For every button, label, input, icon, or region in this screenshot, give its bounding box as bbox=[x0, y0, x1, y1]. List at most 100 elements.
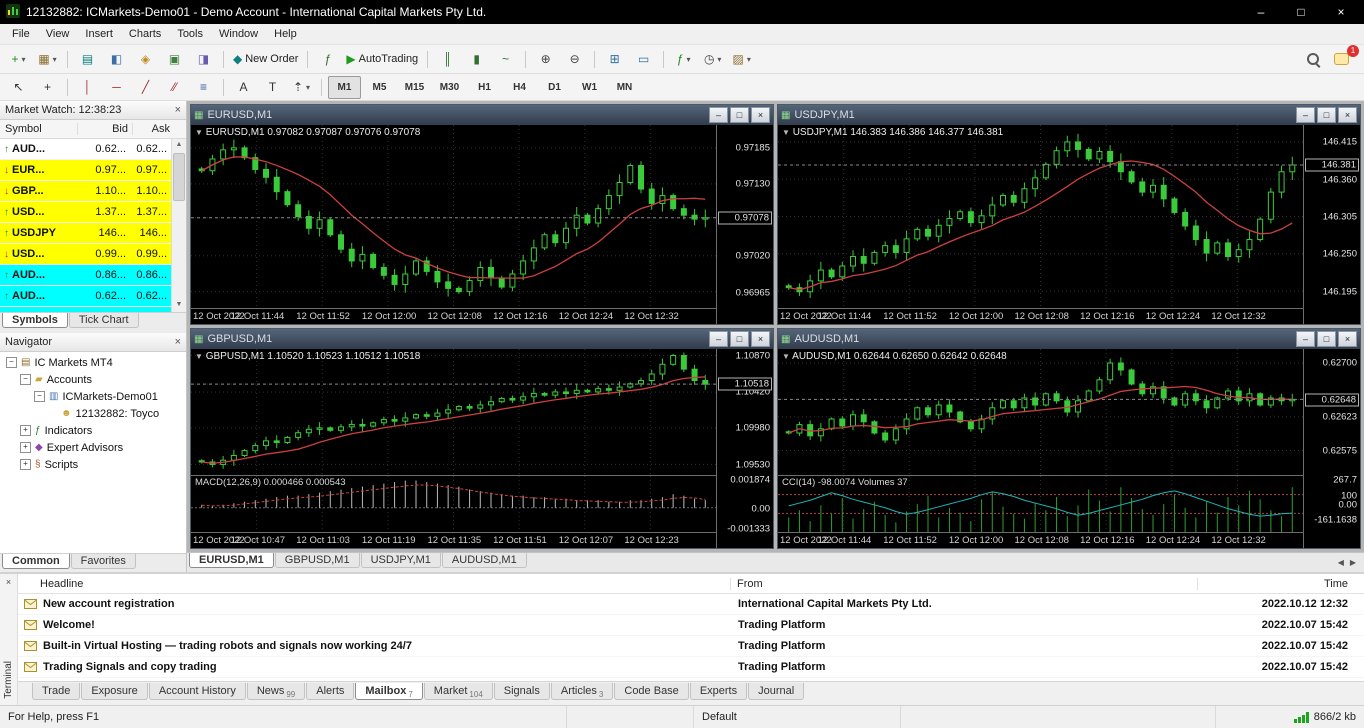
timeframe-mn[interactable]: MN bbox=[608, 76, 641, 99]
price-axis[interactable]: 0.627000.626230.625750.62648267.71000.00… bbox=[1303, 349, 1360, 548]
equidistant-channel-button[interactable]: ⁄⁄ bbox=[161, 76, 188, 99]
horizontal-line-button[interactable]: ─ bbox=[103, 76, 130, 99]
chart-minimize-button[interactable]: – bbox=[1296, 331, 1315, 347]
navigator-tab-favorites[interactable]: Favorites bbox=[71, 554, 136, 569]
timeframe-w1[interactable]: W1 bbox=[573, 76, 606, 99]
terminal-close-button[interactable]: × bbox=[6, 577, 11, 587]
scrollbar-thumb[interactable] bbox=[173, 153, 185, 201]
timeframe-h1[interactable]: H1 bbox=[468, 76, 501, 99]
tabs-scroll-left-icon[interactable]: ◀ bbox=[1338, 558, 1344, 567]
timeframe-m5[interactable]: M5 bbox=[363, 76, 396, 99]
column-bid[interactable]: Bid bbox=[78, 123, 133, 135]
market-watch-close-button[interactable]: × bbox=[175, 104, 181, 116]
tree-expander-icon[interactable]: + bbox=[20, 442, 31, 453]
chart-titlebar[interactable]: ▦ GBPUSD,M1 – □ × bbox=[191, 329, 773, 349]
notifications-button[interactable]: 1 bbox=[1328, 48, 1355, 71]
navigator-item-accounts[interactable]: − ▰ Accounts bbox=[0, 371, 186, 388]
navigator-button[interactable]: ◈ bbox=[132, 48, 159, 71]
mailbox-message-row[interactable]: New account registration International C… bbox=[18, 594, 1364, 615]
market-watch-button[interactable]: ▤ bbox=[74, 48, 101, 71]
menu-tools[interactable]: Tools bbox=[169, 26, 211, 42]
tree-expander-icon[interactable]: − bbox=[20, 374, 31, 385]
new-order-button[interactable]: ◆New Order bbox=[230, 48, 301, 71]
price-axis[interactable]: 1.108701.104201.099801.095301.105180.001… bbox=[716, 349, 773, 548]
navigator-close-button[interactable]: × bbox=[175, 336, 181, 348]
mailbox-message-row[interactable]: Welcome! Trading Platform 2022.10.07 15:… bbox=[18, 615, 1364, 636]
mailbox-message-row[interactable]: Built-in Virtual Hosting — trading robot… bbox=[18, 636, 1364, 657]
chart-minimize-button[interactable]: – bbox=[1296, 107, 1315, 123]
chart-titlebar[interactable]: ▦ AUDUSD,M1 – □ × bbox=[778, 329, 1360, 349]
chart-minimize-button[interactable]: – bbox=[709, 107, 728, 123]
terminal-tab-market[interactable]: Market104 bbox=[424, 683, 493, 700]
terminal-tab-mailbox[interactable]: Mailbox7 bbox=[355, 683, 422, 700]
timeframe-h4[interactable]: H4 bbox=[503, 76, 536, 99]
chart-restore-button[interactable]: □ bbox=[730, 107, 749, 123]
window-maximize-button[interactable]: □ bbox=[1294, 5, 1308, 19]
tree-expander-icon[interactable]: + bbox=[20, 459, 31, 470]
cascade-windows-button[interactable]: ▭ bbox=[630, 48, 657, 71]
indicator-pane[interactable]: CCI(14) -98.0074 Volumes 37 bbox=[778, 476, 1303, 533]
tree-expander-icon[interactable]: + bbox=[20, 425, 31, 436]
navigator-header[interactable]: Navigator × bbox=[0, 333, 186, 352]
strategy-tester-button[interactable]: ◨ bbox=[190, 48, 217, 71]
chart-restore-button[interactable]: □ bbox=[730, 331, 749, 347]
market-watch-row-usdjpy[interactable]: ↑USDJPY 146... 146... bbox=[0, 223, 171, 244]
chart-minimize-button[interactable]: – bbox=[709, 331, 728, 347]
column-from[interactable]: From bbox=[731, 578, 1198, 590]
terminal-tab-exposure[interactable]: Exposure bbox=[81, 683, 147, 700]
vertical-line-button[interactable]: │ bbox=[74, 76, 101, 99]
market-watch-row-aud[interactable]: ↑AUD... 0.86... 0.86... bbox=[0, 265, 171, 286]
column-time[interactable]: Time bbox=[1198, 578, 1364, 590]
column-headline[interactable]: Headline bbox=[18, 578, 731, 590]
chart-tab-gbpusd-m1[interactable]: GBPUSD,M1 bbox=[275, 553, 360, 568]
menu-file[interactable]: File bbox=[4, 26, 38, 42]
navigator-item-indicators[interactable]: + ƒ Indicators bbox=[0, 422, 186, 439]
navigator-item-expert-advisors[interactable]: + ◆ Expert Advisors bbox=[0, 439, 186, 456]
line-chart-mode-button[interactable]: ~ bbox=[492, 48, 519, 71]
timeframe-d1[interactable]: D1 bbox=[538, 76, 571, 99]
price-axis[interactable]: 0.971850.971300.970200.969650.97078 bbox=[716, 125, 773, 324]
timeframe-m15[interactable]: M15 bbox=[398, 76, 431, 99]
chart-close-button[interactable]: × bbox=[751, 107, 770, 123]
periods-button[interactable]: ◷▾ bbox=[699, 48, 726, 71]
app-titlebar[interactable]: 12132882: ICMarkets-Demo01 - Demo Accoun… bbox=[0, 0, 1364, 24]
column-symbol[interactable]: Symbol bbox=[0, 123, 78, 135]
trendline-button[interactable]: ╱ bbox=[132, 76, 159, 99]
terminal-tab-trade[interactable]: Trade bbox=[32, 683, 80, 700]
chart-plot-area[interactable]: ▼ USDJPY,M1 146.383 146.386 146.377 146.… bbox=[778, 125, 1303, 309]
chart-close-button[interactable]: × bbox=[1338, 107, 1357, 123]
terminal-tab-alerts[interactable]: Alerts bbox=[306, 683, 354, 700]
market-watch-row-eur[interactable]: ↓EUR... 0.97... 0.97... bbox=[0, 160, 171, 181]
indicator-pane[interactable]: MACD(12,26,9) 0.000466 0.000543 bbox=[191, 476, 716, 533]
navigator-tab-common[interactable]: Common bbox=[2, 554, 70, 569]
market-watch-tab-symbols[interactable]: Symbols bbox=[2, 313, 68, 328]
bar-chart-mode-button[interactable]: ║ bbox=[434, 48, 461, 71]
terminal-tab-code-base[interactable]: Code Base bbox=[614, 683, 688, 700]
market-watch-row-aud[interactable]: ↑AUD... 0.62... 0.62... bbox=[0, 286, 171, 307]
chart-tab-audusd-m1[interactable]: AUDUSD,M1 bbox=[442, 553, 527, 568]
search-button[interactable] bbox=[1299, 48, 1326, 71]
data-window-button[interactable]: ◧ bbox=[103, 48, 130, 71]
tile-windows-button[interactable]: ⊞ bbox=[601, 48, 628, 71]
navigator-item-ic-markets-mt4[interactable]: − ▤ IC Markets MT4 bbox=[0, 354, 186, 371]
menu-window[interactable]: Window bbox=[211, 26, 266, 42]
scroll-up-icon[interactable]: ▲ bbox=[176, 139, 183, 151]
market-watch-row-usd[interactable]: ↑USD... 1.37... 1.37... bbox=[0, 202, 171, 223]
zoom-in-button[interactable]: ⊕ bbox=[532, 48, 559, 71]
menu-charts[interactable]: Charts bbox=[121, 26, 169, 42]
chart-tab-eurusd-m1[interactable]: EURUSD,M1 bbox=[189, 553, 274, 568]
market-watch-row-gbp[interactable]: ↓GBP... 1.10... 1.10... bbox=[0, 181, 171, 202]
market-watch-tab-tick-chart[interactable]: Tick Chart bbox=[69, 313, 139, 328]
terminal-tab-account-history[interactable]: Account History bbox=[149, 683, 246, 700]
timeframe-m30[interactable]: M30 bbox=[433, 76, 466, 99]
tabs-scroll-right-icon[interactable]: ▶ bbox=[1350, 558, 1356, 567]
terminal-tab-articles[interactable]: Articles3 bbox=[551, 683, 614, 700]
market-watch-header[interactable]: Market Watch: 12:38:23 × bbox=[0, 101, 186, 120]
chart-plot-area[interactable]: ▼ GBPUSD,M1 1.10520 1.10523 1.10512 1.10… bbox=[191, 349, 716, 476]
profiles-button[interactable]: ▦▾ bbox=[34, 48, 61, 71]
chart-titlebar[interactable]: ▦ USDJPY,M1 – □ × bbox=[778, 105, 1360, 125]
scroll-down-icon[interactable]: ▼ bbox=[176, 299, 183, 311]
window-close-button[interactable]: × bbox=[1334, 5, 1348, 19]
status-profile[interactable]: Default bbox=[693, 706, 900, 728]
tree-expander-icon[interactable]: − bbox=[6, 357, 17, 368]
